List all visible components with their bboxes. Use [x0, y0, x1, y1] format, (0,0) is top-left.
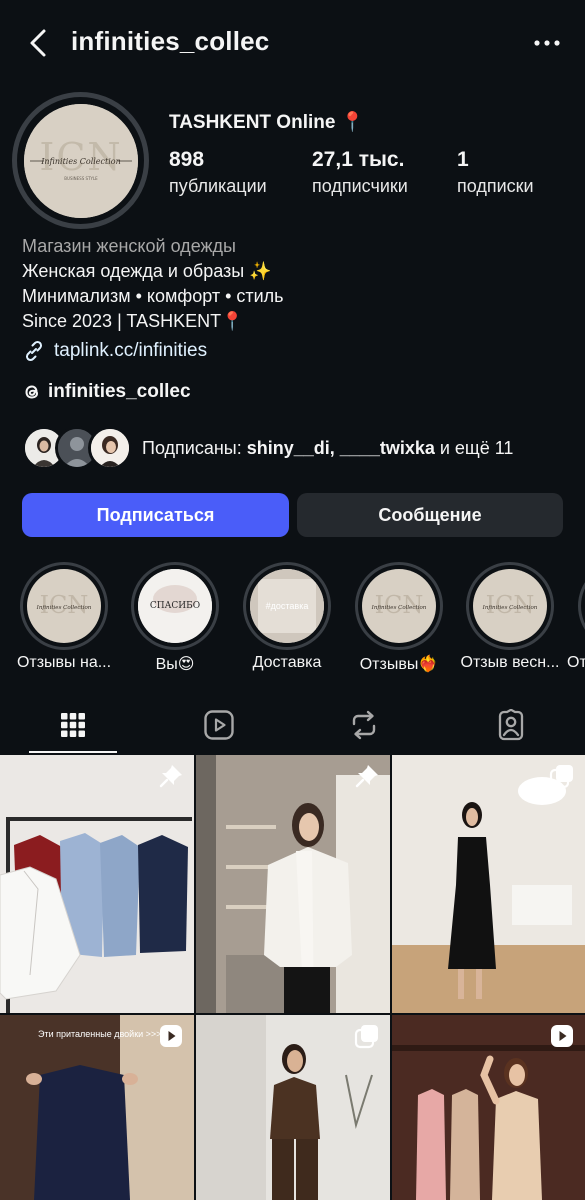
svg-text:Infinities Collection: Infinities Collection — [36, 605, 92, 611]
highlight-item[interactable]: СПАСИБО Вы😍 — [131, 562, 219, 673]
post-caption: Эти приталенные двойки >>> — [38, 1029, 162, 1039]
highlight-ring: СПАСИБО — [131, 562, 219, 650]
pin-icon — [355, 765, 378, 788]
message-button[interactable]: Сообщение — [297, 493, 563, 537]
highlight-ring — [578, 562, 585, 650]
more-horizontal-icon — [534, 40, 560, 46]
highlight-ring: ICN Infinities Collection — [355, 562, 443, 650]
tab-reposts[interactable] — [320, 696, 408, 754]
tagged-icon — [498, 709, 524, 741]
followed-by-names: shiny__di, ____twixka — [246, 437, 435, 458]
svg-text:Infinities Collection: Infinities Collection — [40, 157, 121, 166]
bio-line: Since 2023 | TASHKENT📍 — [22, 311, 244, 331]
follow-button[interactable]: Подписаться — [22, 493, 289, 537]
followed-by-prefix: Подписаны: — [142, 437, 247, 458]
stat-label: подписчики — [312, 176, 408, 196]
stat-followers[interactable]: 27,1 тыс. подписчики — [312, 148, 408, 197]
repost-icon — [352, 710, 376, 740]
highlight-label: Отзыв весн... — [460, 654, 560, 671]
post-thumbnail[interactable] — [392, 1015, 585, 1200]
highlight-item[interactable]: ICN Infinities Collection Отзыв весн... — [461, 562, 559, 671]
top-bar: infinities_collec — [0, 0, 585, 86]
carousel-icon — [354, 1025, 378, 1049]
post-image — [392, 755, 585, 1013]
reels-icon — [204, 710, 234, 740]
page-title: infinities_collec — [71, 26, 270, 56]
more-options-button[interactable] — [530, 30, 564, 56]
highlight-ring: #доставка — [243, 562, 331, 650]
bio-line: Женская одежда и образы ✨ — [22, 261, 272, 281]
followed-by-suffix: и ещё 11 — [434, 437, 514, 458]
tab-tagged[interactable] — [467, 696, 555, 754]
followed-by-text: Подписаны: shiny__di, ____twixka и ещё 1… — [142, 438, 513, 459]
svg-text:Infinities Collection: Infinities Collection — [371, 605, 427, 611]
highlight-item[interactable]: ICN Infinities Collection Отзывы на... — [17, 562, 111, 671]
highlight-item[interactable]: #доставка Доставка — [243, 562, 331, 671]
avatar[interactable]: ICN Infinities Collection BUSINESS STYLE — [23, 103, 138, 218]
post-image — [196, 755, 390, 1013]
profile-tabs — [0, 696, 585, 754]
profile-location: TASHKENT Online 📍 — [169, 112, 365, 133]
chevron-left-icon — [30, 29, 46, 57]
follower-avatar — [88, 426, 132, 470]
avatar-ring: ICN Infinities Collection BUSINESS STYLE — [12, 92, 149, 229]
post-thumbnail[interactable] — [196, 1015, 390, 1200]
highlight-ring: ICN Infinities Collection — [20, 562, 108, 650]
post-thumbnail[interactable] — [196, 755, 390, 1013]
highlight-item[interactable]: ICN Infinities Collection Отзывы❤️‍🔥 — [355, 562, 443, 673]
link-icon — [25, 340, 43, 362]
stat-value: 27,1 тыс. — [312, 148, 405, 171]
profile-category: Магазин женской одежды — [22, 236, 236, 256]
highlight-label: От — [567, 654, 585, 671]
back-button[interactable] — [22, 26, 56, 60]
active-tab-indicator — [29, 751, 117, 753]
post-thumbnail[interactable] — [392, 755, 585, 1013]
profile-bio: Магазин женской одежды Женская одежда и … — [22, 234, 562, 334]
stat-following[interactable]: 1 подписки — [457, 148, 534, 197]
stat-posts[interactable]: 898 публикации — [169, 148, 267, 197]
reel-icon — [551, 1025, 573, 1047]
tab-grid[interactable] — [29, 696, 117, 754]
highlight-label: Отзывы❤️‍🔥 — [359, 656, 439, 673]
highlight-ring: ICN Infinities Collection — [466, 562, 554, 650]
highlight-cover-text: #доставка — [265, 601, 309, 611]
svg-text:BUSINESS STYLE: BUSINESS STYLE — [64, 176, 98, 181]
post-thumbnail[interactable]: Эти приталенные двойки >>> — [0, 1015, 194, 1200]
threads-badge[interactable]: infinities_collec — [22, 379, 191, 405]
carousel-icon — [549, 765, 573, 789]
highlight-label: Доставка — [252, 654, 322, 671]
link-text: taplink.cc/infinities — [54, 340, 208, 361]
highlight-cover-text: СПАСИБО — [149, 601, 201, 611]
stat-label: подписки — [457, 176, 534, 196]
highlight-cover: #доставка — [250, 569, 324, 643]
post-image — [0, 755, 194, 1013]
highlight-cover: СПАСИБО — [138, 569, 212, 643]
grid-icon — [61, 713, 85, 737]
threads-icon — [25, 385, 39, 399]
stat-value: 898 — [169, 148, 205, 171]
posts-grid: Эти приталенные двойки >>> — [0, 755, 585, 1200]
threads-handle: infinities_collec — [48, 381, 191, 402]
post-thumbnail[interactable] — [0, 755, 194, 1013]
highlight-cover: ICN Infinities Collection — [362, 569, 436, 643]
highlight-label: Отзывы на... — [16, 654, 112, 671]
bio-line: Минимализм • комфорт • стиль — [22, 286, 284, 306]
highlight-cover: ICN Infinities Collection — [27, 569, 101, 643]
stat-value: 1 — [457, 148, 469, 171]
profile-link[interactable]: taplink.cc/infinities — [22, 338, 207, 364]
svg-text:Infinities Collection: Infinities Collection — [482, 605, 538, 611]
brand-logo: ICN Infinities Collection BUSINESS STYLE — [23, 103, 138, 218]
highlight-item[interactable] — [578, 562, 585, 650]
pin-icon — [159, 765, 182, 788]
stat-label: публикации — [169, 176, 267, 196]
highlight-label: Вы😍 — [155, 656, 195, 673]
highlight-cover: ICN Infinities Collection — [473, 569, 547, 643]
reel-icon — [160, 1025, 182, 1047]
followed-by[interactable]: Подписаны: shiny__di, ____twixka и ещё 1… — [22, 425, 513, 471]
tab-reels[interactable] — [175, 696, 263, 754]
